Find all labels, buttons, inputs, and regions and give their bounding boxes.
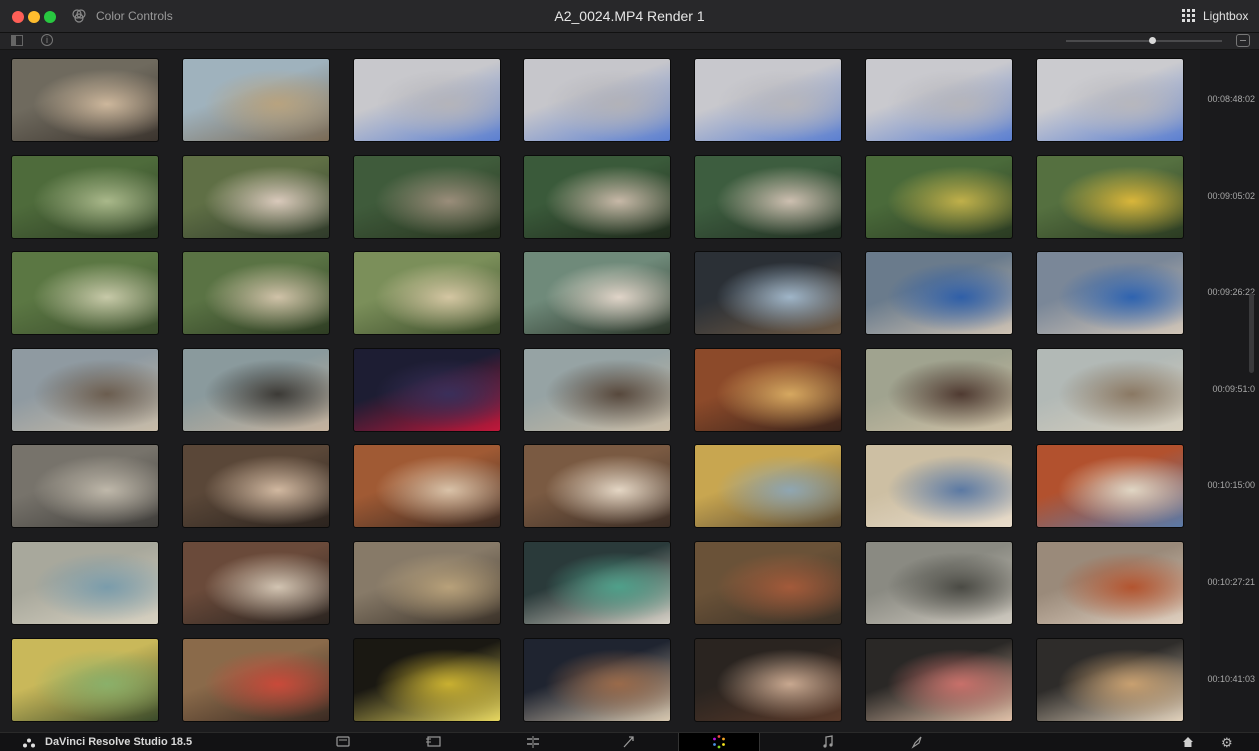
clip-thumbnail[interactable] <box>353 638 501 722</box>
fairlight-page-button[interactable] <box>808 733 848 751</box>
clip-thumbnail[interactable] <box>182 638 330 722</box>
row-timecode: 00:09:05:02 <box>1207 191 1255 201</box>
fusion-page-icon <box>623 736 634 748</box>
timecode-column: 00:08:48:02 00:09:05:02 00:09:26:22 00:09:5… <box>1200 50 1259 732</box>
clip-thumbnail[interactable] <box>523 444 671 528</box>
lightbox-clip-grid <box>0 50 1200 732</box>
window-title: A2_0024.MP4 Render 1 <box>554 8 705 24</box>
deliver-page-icon <box>911 736 922 749</box>
clip-thumbnail[interactable] <box>11 348 159 432</box>
title-bar: Color Controls A2_0024.MP4 Render 1 Ligh… <box>0 0 1259 33</box>
clip-thumbnail[interactable] <box>11 155 159 239</box>
clip-thumbnail[interactable] <box>182 58 330 142</box>
clip-thumbnail[interactable] <box>865 155 1013 239</box>
color-page-icon <box>713 735 725 749</box>
clip-thumbnail[interactable] <box>1036 638 1184 722</box>
clip-thumbnail[interactable] <box>182 541 330 625</box>
clip-thumbnail[interactable] <box>865 348 1013 432</box>
clip-thumbnail[interactable] <box>523 541 671 625</box>
color-page-button[interactable] <box>678 733 760 751</box>
lightbox-grid-icon[interactable] <box>1181 8 1196 23</box>
row-timecode: 00:10:15:00 <box>1207 480 1255 490</box>
clip-thumbnail[interactable] <box>694 251 842 335</box>
sidebar-toggle-icon[interactable] <box>11 35 23 46</box>
clip-thumbnail[interactable] <box>694 541 842 625</box>
clip-thumbnail[interactable] <box>11 58 159 142</box>
clip-thumbnail[interactable] <box>353 251 501 335</box>
edit-page-icon <box>527 736 539 748</box>
clip-thumbnail[interactable] <box>353 444 501 528</box>
clip-thumbnail[interactable] <box>182 155 330 239</box>
cut-page-icon <box>426 736 441 747</box>
media-page-icon <box>336 736 350 747</box>
clip-thumbnail[interactable] <box>523 348 671 432</box>
row-timecode: 00:10:27:21 <box>1207 577 1255 587</box>
lightbox-button[interactable]: Lightbox <box>1203 9 1248 23</box>
clip-thumbnail[interactable] <box>182 444 330 528</box>
clip-thumbnail[interactable] <box>523 251 671 335</box>
clip-thumbnail[interactable] <box>1036 155 1184 239</box>
clip-thumbnail[interactable] <box>11 444 159 528</box>
clip-thumbnail[interactable] <box>694 348 842 432</box>
settings-gear-icon[interactable]: ⚙ <box>1221 735 1233 751</box>
clip-thumbnail[interactable] <box>182 251 330 335</box>
lightbox-toolbar: i <box>0 33 1259 50</box>
clip-thumbnail[interactable] <box>865 251 1013 335</box>
clip-thumbnail[interactable] <box>523 58 671 142</box>
clip-thumbnail[interactable] <box>694 638 842 722</box>
row-timecode: 00:10:41:03 <box>1207 674 1255 684</box>
clip-thumbnail[interactable] <box>11 251 159 335</box>
clip-thumbnail[interactable] <box>1036 444 1184 528</box>
row-timecode: 00:08:48:02 <box>1207 94 1255 104</box>
clip-thumbnail[interactable] <box>694 444 842 528</box>
clip-thumbnail[interactable] <box>353 348 501 432</box>
media-page-button[interactable] <box>323 733 363 751</box>
row-timecode: 00:09:51:0 <box>1212 384 1255 394</box>
clip-thumbnail[interactable] <box>1036 348 1184 432</box>
clip-thumbnail[interactable] <box>865 638 1013 722</box>
clip-thumbnail[interactable] <box>523 155 671 239</box>
clip-thumbnail[interactable] <box>1036 251 1184 335</box>
clip-thumbnail[interactable] <box>11 541 159 625</box>
cut-page-button[interactable] <box>413 733 453 751</box>
clip-thumbnail[interactable] <box>865 444 1013 528</box>
vertical-scrollbar[interactable] <box>1249 293 1254 373</box>
clip-thumbnail[interactable] <box>1036 541 1184 625</box>
clip-thumbnail[interactable] <box>182 348 330 432</box>
home-icon[interactable] <box>1182 736 1194 748</box>
deliver-page-button[interactable] <box>897 733 937 751</box>
clip-thumbnail[interactable] <box>865 58 1013 142</box>
clip-thumbnail[interactable] <box>11 638 159 722</box>
exit-lightbox-icon[interactable] <box>1236 34 1250 47</box>
clip-thumbnail[interactable] <box>694 155 842 239</box>
clip-thumbnail[interactable] <box>523 638 671 722</box>
info-icon[interactable]: i <box>41 34 53 46</box>
clip-thumbnail[interactable] <box>865 541 1013 625</box>
clip-thumbnail[interactable] <box>694 58 842 142</box>
clip-thumbnail[interactable] <box>1036 58 1184 142</box>
page-bar: DaVinci Resolve Studio 18.5 ⚙ <box>0 732 1259 751</box>
zoom-slider-thumb[interactable] <box>1148 37 1156 44</box>
clip-thumbnail[interactable] <box>353 155 501 239</box>
davinci-logo-icon <box>23 738 35 748</box>
clip-thumbnail[interactable] <box>353 541 501 625</box>
fairlight-page-icon <box>823 735 833 748</box>
zoom-slider[interactable] <box>1066 40 1222 42</box>
app-brand: DaVinci Resolve Studio 18.5 <box>45 736 193 748</box>
fusion-page-button[interactable] <box>609 733 649 751</box>
clip-thumbnail[interactable] <box>353 58 501 142</box>
edit-page-button[interactable] <box>513 733 553 751</box>
